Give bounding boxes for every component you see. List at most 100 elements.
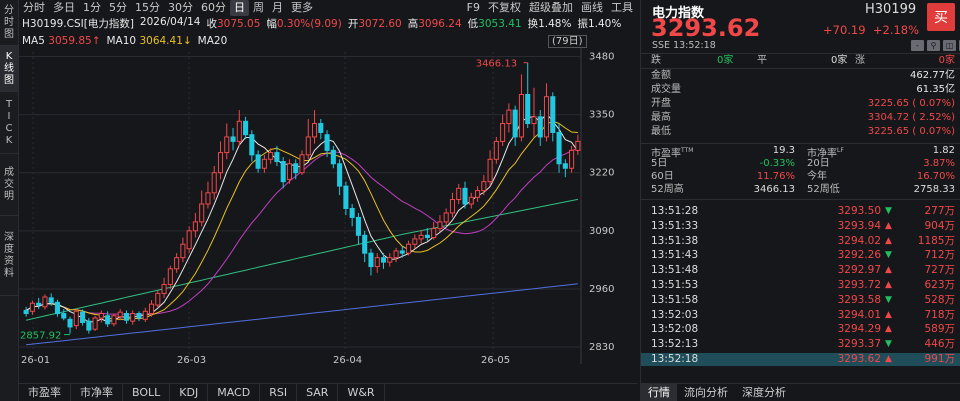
- candle-body: [462, 187, 468, 205]
- tick-volume: 623万: [924, 279, 955, 291]
- view-tab-char: 图: [4, 28, 14, 40]
- candle-body: [29, 302, 35, 312]
- tick-row[interactable]: 13:51:53 3293.72 ▲ 623万: [641, 279, 960, 292]
- candle-body: [550, 96, 556, 133]
- chart-svg[interactable]: 3480 3350 3220 3090 2960 2830 26-01 26-03 26-04 2…: [19, 48, 637, 366]
- divider: [641, 68, 960, 69]
- change-pct: +2.18%: [872, 23, 920, 37]
- indicator-tab-6[interactable]: SAR: [297, 383, 339, 401]
- d20-label: 20日: [807, 158, 830, 169]
- ma10-value: 3064.41↓: [139, 35, 192, 47]
- candle-body: [406, 243, 412, 254]
- indicator-tab-2[interactable]: BOLL: [123, 383, 171, 401]
- period-tab-7[interactable]: 日: [230, 0, 249, 16]
- view-tab-2[interactable]: TICK: [0, 92, 18, 154]
- chart-tool-1[interactable]: 不复权: [484, 0, 525, 16]
- indicator-tab-0[interactable]: 市盈率: [19, 383, 71, 401]
- candle-body: [374, 257, 380, 268]
- stat-row: 最低 3225.65 ( 0.07%): [641, 126, 960, 138]
- stat-label: 开盘: [651, 98, 671, 109]
- low-value: 3053.41: [478, 18, 522, 30]
- quote-icon-0[interactable]: -: [911, 40, 924, 51]
- tick-row[interactable]: 13:51:38 3294.02 ▲ 1185万: [641, 235, 960, 248]
- view-tab-0[interactable]: 分时图: [0, 0, 18, 46]
- candle-body: [380, 257, 387, 263]
- quote-tab-2[interactable]: 深度分析: [735, 384, 793, 401]
- tick-row[interactable]: 13:51:58 3293.58 ▼ 528万: [641, 294, 960, 307]
- down-label: 跌: [651, 55, 661, 66]
- candle-body: [443, 212, 449, 223]
- candle-body: [98, 313, 104, 319]
- chart-tool-4[interactable]: 工具: [607, 0, 637, 16]
- quote-tab-0[interactable]: 行情: [641, 383, 677, 401]
- stat-row: 成交量 61.35亿: [641, 84, 960, 96]
- quote-code: H30199: [865, 2, 917, 17]
- view-tab-char: I: [7, 110, 11, 122]
- candle-body: [255, 154, 261, 169]
- tick-volume: 991万: [924, 353, 955, 365]
- view-tab-4[interactable]: 深度资料: [0, 216, 18, 296]
- period-tab-0[interactable]: 分时: [19, 0, 49, 16]
- candle-body: [318, 123, 324, 133]
- buy-button[interactable]: 买: [927, 3, 955, 31]
- view-tab-char: 线: [4, 62, 14, 74]
- view-tab-1[interactable]: K线图: [0, 46, 18, 92]
- candle-body: [217, 152, 224, 174]
- chart-tool-3[interactable]: 画线: [577, 0, 607, 16]
- tick-row[interactable]: 13:51:28 3293.50 ▼ 277万: [641, 205, 960, 218]
- candle-body: [167, 268, 173, 285]
- quote-tab-1[interactable]: 流向分析: [677, 384, 735, 401]
- period-bar: 分时 多日 1分 5分 15分 30分 60分日周月更多 F9 不复权 超级叠加 画线 工具: [19, 0, 637, 16]
- down-count: 0家: [717, 55, 734, 66]
- quote-icon-1[interactable]: ⚲: [927, 40, 940, 51]
- candle-body: [518, 93, 524, 138]
- period-tab-2[interactable]: 1分: [79, 0, 105, 16]
- tick-row[interactable]: 13:51:48 3292.97 ▲ 727万: [641, 264, 960, 277]
- quote-icons: -⚲◫⚑: [911, 40, 960, 51]
- tick-row[interactable]: 13:52:18 3293.62 ▲ 991万: [641, 353, 960, 366]
- min-price-label: 2857.92: [20, 331, 61, 342]
- stat-row: 开盘 3225.65 ( 0.07%): [641, 98, 960, 110]
- candlestick-chart[interactable]: 3480 3350 3220 3090 2960 2830 26-01 26-03 26-04 2…: [19, 48, 637, 366]
- indicator-tab-1[interactable]: 市净率: [71, 383, 123, 401]
- period-tab-1[interactable]: 多日: [49, 0, 79, 16]
- period-tab-10[interactable]: 更多: [287, 0, 317, 16]
- days-count-badge[interactable]: (79日): [548, 35, 587, 48]
- candle-body: [349, 207, 355, 218]
- tick-volume: 1185万: [917, 234, 955, 247]
- tick-row[interactable]: 13:52:03 3294.01 ▲ 718万: [641, 309, 960, 322]
- quote-icon-2[interactable]: ◫: [943, 40, 956, 51]
- period-tab-8[interactable]: 周: [249, 0, 268, 16]
- candle-body: [249, 134, 255, 156]
- tick-row[interactable]: 13:51:33 3293.94 ▲ 904万: [641, 220, 960, 233]
- chart-tool-0[interactable]: F9: [463, 0, 484, 16]
- indicator-tab-5[interactable]: RSI: [260, 383, 298, 401]
- tick-row[interactable]: 13:51:43 3292.26 ▼ 712万: [641, 249, 960, 262]
- period-tab-3[interactable]: 5分: [105, 0, 131, 16]
- d20-value: 3.87%: [923, 158, 955, 169]
- candle-body: [431, 228, 437, 239]
- period-tab-5[interactable]: 30分: [164, 0, 197, 16]
- tick-row[interactable]: 13:52:13 3293.37 ▼ 446万: [641, 338, 960, 351]
- indicator-tab-7[interactable]: W&R: [338, 383, 385, 401]
- indicator-tabs: 市盈率 市净率 BOLL KDJ MACD RSI SAR W&R: [19, 383, 637, 401]
- tick-row[interactable]: 13:52:08 3294.29 ▲ 589万: [641, 323, 960, 336]
- period-tab-4[interactable]: 15分: [131, 0, 164, 16]
- turnover-value: 1.48%: [538, 18, 572, 30]
- valuation-row: 市盈率TTM 19.3 市净率LF 1.82: [641, 145, 960, 159]
- view-tab-3[interactable]: 成交明: [0, 154, 18, 216]
- period-tab-9[interactable]: 月: [268, 0, 287, 16]
- period-tab-6[interactable]: 60分: [197, 0, 230, 16]
- x-tick-label: 26-03: [177, 355, 206, 364]
- w52l-value: 2758.33: [913, 184, 955, 195]
- flat-count: 0家: [831, 55, 848, 66]
- indicator-tab-4[interactable]: MACD: [208, 383, 261, 401]
- bar-info-line: H30199.CSI[电力指数] 2026/04/14 收3075.05 幅0.…: [22, 16, 621, 30]
- tick-direction-icon: ▲: [885, 354, 892, 364]
- view-tab-char: K: [5, 134, 13, 146]
- chart-tool-2[interactable]: 超级叠加: [525, 0, 577, 16]
- candle-body: [556, 131, 562, 165]
- ma20-label: MA20: [197, 35, 228, 47]
- stat-label: 成交量: [651, 84, 681, 95]
- indicator-tab-3[interactable]: KDJ: [170, 383, 209, 401]
